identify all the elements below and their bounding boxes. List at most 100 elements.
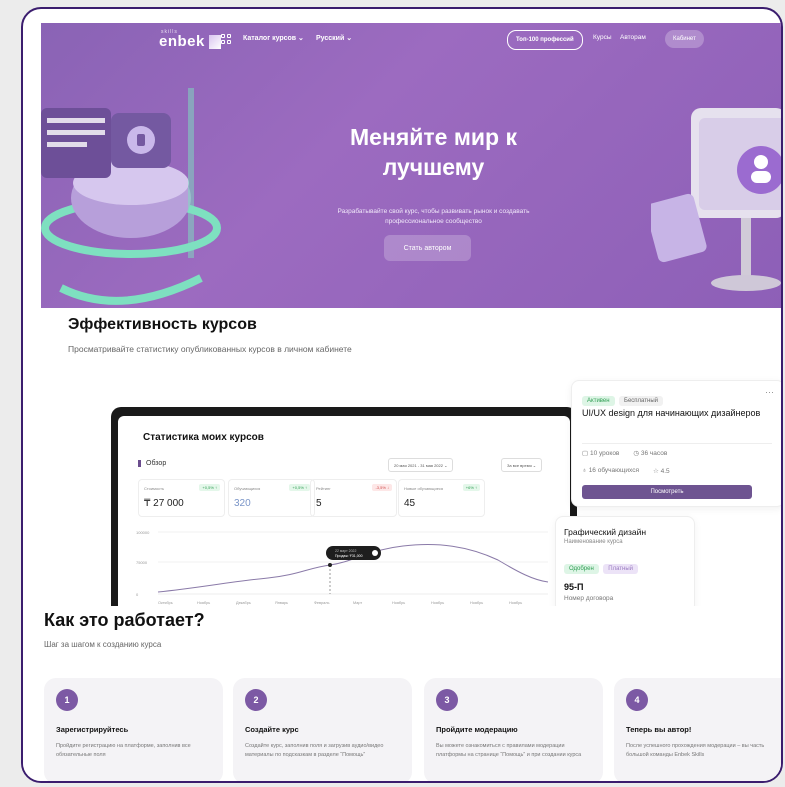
page-frame: skills enbek Каталог курсов ⌄ Русский ⌄ …: [21, 7, 783, 783]
tooltip-value: Продаж: ₸31,000: [335, 554, 363, 558]
students-info: ♁ 16 обучающихся: [582, 467, 639, 475]
star-icon: ☆: [652, 468, 661, 475]
hero-illustration-right: [651, 108, 781, 291]
contract-label: Номер договора: [564, 595, 614, 602]
step-title: Зарегистрируйтесь: [56, 725, 129, 734]
x-tick: Ноябрь: [392, 601, 405, 605]
step-text: Создайте курс, заполнив поля и загрузив …: [245, 743, 384, 758]
users-icon: ♁: [582, 467, 589, 474]
tooltip-date: 22 март 2022: [335, 549, 357, 553]
type-badge: Бесплатный: [619, 396, 663, 406]
step-title: Теперь вы автор!: [626, 725, 692, 734]
cabinet-button[interactable]: Кабинет: [665, 30, 704, 48]
hero-illustration-left: [41, 88, 221, 305]
stat-value: 5: [316, 498, 322, 509]
top-navbar: skills enbek Каталог курсов ⌄ Русский ⌄ …: [41, 23, 781, 57]
x-tick: Февраль: [314, 601, 329, 605]
stat-card: Рейтинг -3,5% ↓ 5: [310, 479, 397, 517]
x-tick: Ноябрь: [470, 601, 483, 605]
dashboard-title: Статистика моих курсов: [143, 432, 264, 443]
x-tick: Октябрь: [158, 601, 173, 605]
x-axis-ticks: Октябрь Ноябрь Декабрь Январь Февраль Март Ноя…: [158, 601, 522, 605]
step-title: Пройдите модерацию: [436, 725, 518, 734]
apps-grid-icon[interactable]: [221, 34, 231, 44]
x-tick: Март: [353, 601, 362, 605]
hero-banner: skills enbek Каталог курсов ⌄ Русский ⌄ …: [41, 23, 781, 308]
become-author-button[interactable]: Стать автором: [384, 235, 471, 261]
stat-label: Стоимость: [144, 486, 165, 491]
stat-change-badge: +0,5% ↑: [199, 484, 220, 491]
course-card-2[interactable]: Графический дизайн Наименование курса Од…: [555, 516, 695, 613]
how-subtitle: Шаг за шагом к созданию курса: [44, 640, 162, 649]
stat-value: 45: [404, 498, 416, 509]
step-number: 3: [436, 689, 458, 711]
top100-button[interactable]: Топ-100 профессий: [507, 30, 583, 50]
hours-info: ◷ 36 часов: [633, 449, 667, 457]
students-count: 16 обучающихся: [588, 467, 639, 474]
step-number: 1: [56, 689, 78, 711]
rating-value: 4.5: [660, 468, 670, 475]
stat-value: 320: [234, 498, 251, 509]
hero-subtitle: Разрабатывайте свой курс, чтобы развиват…: [337, 208, 530, 225]
period-select[interactable]: За все время ⌄: [501, 458, 543, 472]
logo-text: enbek: [159, 33, 205, 50]
stat-card: Новые обучающиеся +6% ↑ 45: [398, 479, 485, 517]
logo-skills-text: skills: [161, 29, 178, 35]
course-card[interactable]: Активен Бесплатный ··· UI/UX design для …: [571, 380, 781, 507]
step-card: 1 Зарегистрируйтесь Пройдите регистрацию н…: [44, 678, 223, 781]
y-tick: 75000: [136, 560, 148, 565]
stat-change-badge: +0,5% ↑: [289, 484, 310, 491]
x-tick: Декабрь: [236, 601, 251, 605]
x-tick: Ноябрь: [431, 601, 444, 605]
x-tick: Ноябрь: [197, 601, 210, 605]
date-range-select[interactable]: 20 мая 2021 - 31 мая 2022 ⌄: [388, 458, 454, 472]
nav-catalog-dropdown[interactable]: Каталог курсов ⌄: [243, 34, 304, 42]
logo-mark-icon: [208, 34, 221, 49]
x-tick: Ноябрь: [509, 601, 522, 605]
step-text: Пройдите регистрацию на платформе, запол…: [56, 743, 191, 758]
approved-badge: Одобрен: [564, 564, 599, 574]
stat-card: Обучающихся +0,5% ↑ 320: [228, 479, 315, 517]
rating-info: ☆ 4.5: [653, 467, 670, 475]
step-card: 3 Пройдите модерацию Вы можете ознакомитьс…: [424, 678, 603, 781]
enbek-logo[interactable]: skills enbek: [159, 29, 221, 50]
stat-label: Обучающихся: [234, 486, 261, 491]
y-tick: 100000: [136, 530, 150, 535]
status-badge: Активен: [582, 396, 615, 406]
how-title: Как это работает?: [44, 610, 205, 630]
step-card: 2 Создайте курс Создайте курс, заполнив по…: [233, 678, 412, 781]
stat-card: Стоимость +0,5% ↑ ₸ 27 000: [138, 479, 225, 517]
stat-change-badge: +6% ↑: [462, 484, 480, 491]
step-title: Создайте курс: [245, 725, 299, 734]
book-icon: ▢: [582, 450, 590, 457]
step-card: 4 Теперь вы автор! После успешного прохожд…: [614, 678, 781, 781]
stat-label: Новые обучающиеся: [404, 486, 444, 491]
step-number: 2: [245, 689, 267, 711]
course2-subtitle: Наименование курса: [564, 539, 623, 545]
more-options-icon[interactable]: ···: [765, 387, 774, 397]
stat-label: Рейтинг: [316, 486, 331, 491]
nav-language-dropdown[interactable]: Русский ⌄: [316, 34, 352, 42]
efficiency-title: Эффективность курсов: [68, 316, 257, 333]
dashboard-screen: Статистика моих курсов Обзор 20 мая 2021…: [118, 416, 570, 612]
step-text: Вы можете ознакомиться с правилами модер…: [436, 743, 582, 758]
nav-authors-link[interactable]: Авторам: [620, 34, 646, 41]
overview-label: Обзор: [138, 460, 166, 467]
view-course-button[interactable]: Посмотреть: [582, 485, 752, 499]
hours-count: 36 часов: [640, 450, 668, 457]
contract-number: 95-П: [564, 582, 584, 592]
course2-title: Графический дизайн: [564, 527, 647, 537]
stat-change-badge: -3,5% ↓: [372, 484, 392, 491]
nav-courses-link[interactable]: Курсы: [593, 34, 612, 41]
efficiency-subtitle: Просматривайте статистику опубликованных…: [68, 344, 352, 354]
paid-badge: Платный: [603, 564, 638, 574]
laptop-mockup: Статистика моих курсов Обзор 20 мая 2021…: [111, 407, 577, 612]
clock-icon: ◷: [633, 450, 641, 457]
course-title: UI/UX design для начинающих дизайнеров: [582, 408, 761, 418]
sales-chart: 100000 75000 0 22 март 2022 Продаж: ₸31,…: [136, 530, 549, 605]
x-tick: Январь: [275, 601, 288, 605]
step-number: 4: [626, 689, 648, 711]
lessons-info: ▢ 10 уроков: [582, 449, 619, 457]
step-text: После успешного прохождения модерации – …: [626, 743, 765, 758]
hero-title: Меняйте мир к лучшему: [350, 124, 517, 180]
